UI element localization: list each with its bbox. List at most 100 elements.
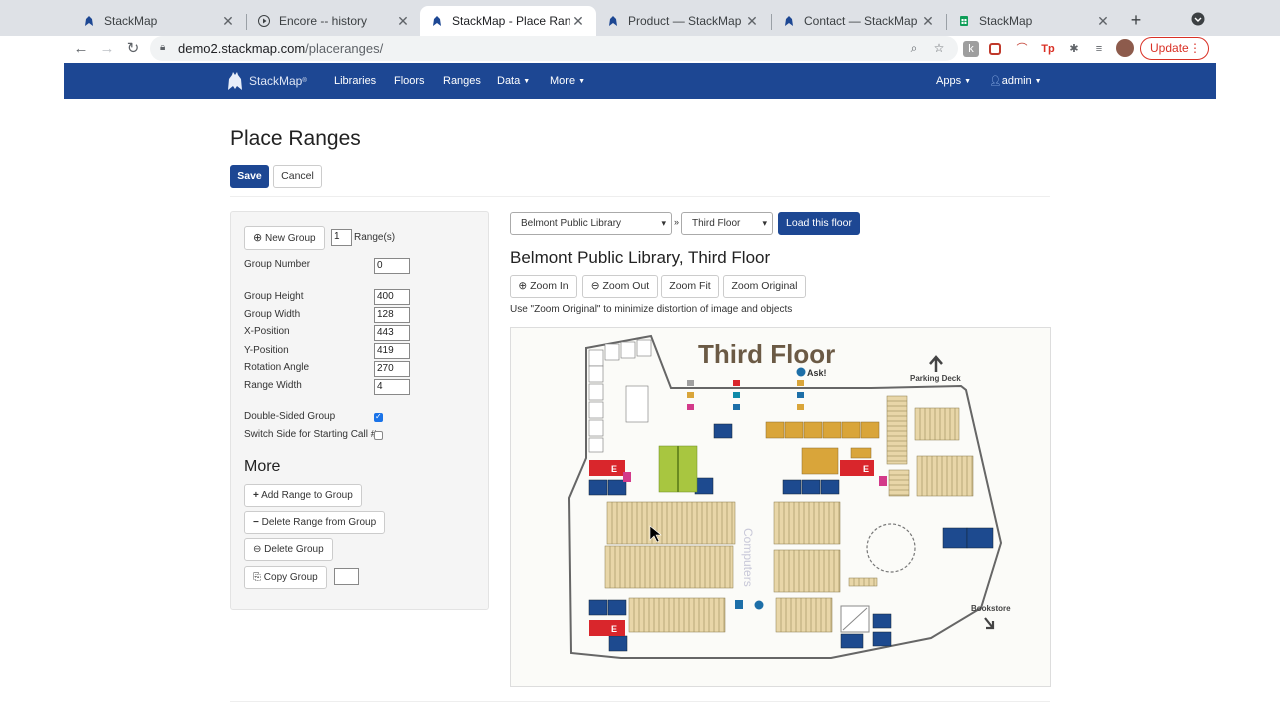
browser-tab-2[interactable]: Encore -- history ✕	[247, 6, 421, 36]
nav-floors[interactable]: Floors	[394, 75, 425, 87]
new-group-button[interactable]: ⊕ New Group	[244, 226, 325, 250]
delete-group-button[interactable]: ⊖ Delete Group	[244, 538, 333, 561]
group-height-input[interactable]: 400	[374, 289, 410, 305]
close-icon[interactable]: ✕	[395, 13, 411, 29]
close-icon[interactable]: ✕	[570, 13, 586, 29]
computers-label: Computers	[741, 528, 755, 587]
group-width-input[interactable]: 128	[374, 307, 410, 323]
range-count-label: Range(s)	[354, 232, 396, 243]
update-button[interactable]: Update ⋮	[1140, 37, 1209, 60]
media-queue-icon[interactable]: ≡	[1091, 41, 1107, 57]
range-width-label: Range Width	[244, 380, 302, 391]
browser-tab-3-active[interactable]: StackMap - Place Ranges ✕	[420, 6, 596, 36]
new-tab-plus-icon[interactable]: +	[1126, 10, 1146, 30]
map-title: Third Floor	[698, 339, 835, 369]
profile-avatar[interactable]	[1116, 39, 1134, 57]
zoom-fit-button[interactable]: Zoom Fit	[661, 275, 719, 298]
browser-tab-4[interactable]: Product — StackMap ✕	[596, 6, 770, 36]
floor-heading: Belmont Public Library, Third Floor	[510, 248, 771, 267]
delete-range-button[interactable]: − Delete Range from Group	[244, 511, 386, 534]
magnifier-minus-icon: ⊖	[590, 280, 600, 292]
cancel-button[interactable]: Cancel	[273, 165, 322, 188]
extension-arc-icon[interactable]: ⌒	[1014, 41, 1030, 57]
browser-tab-1[interactable]: StackMap ✕	[72, 6, 246, 36]
double-sided-label: Double-Sided Group	[244, 411, 336, 422]
y-position-input[interactable]: 419	[374, 343, 410, 359]
top-navbar: StackMap ® Libraries Floors Ranges Data ▼ …	[64, 63, 1216, 99]
forward-arrow-icon[interactable]: →	[96, 38, 118, 60]
library-select[interactable]: Belmont Public Library ▾	[510, 212, 672, 235]
extension-calendar-icon[interactable]	[989, 43, 1001, 55]
range-width-input[interactable]: 4	[374, 379, 410, 395]
chevron-down-icon: ▾	[661, 218, 666, 228]
puzzle-icon[interactable]: ✱	[1066, 41, 1082, 57]
kebab-menu-icon: ⋮	[1189, 41, 1201, 55]
extension-tp-icon[interactable]: Tp	[1040, 41, 1056, 57]
nav-ranges[interactable]: Ranges	[443, 75, 481, 87]
tab-search-chevron-icon[interactable]	[1190, 12, 1206, 28]
minus-icon: −	[253, 517, 259, 528]
group-number-label: Group Number	[244, 259, 311, 270]
plus-icon: +	[253, 490, 259, 501]
stackmap-icon	[82, 14, 96, 28]
zoom-out-button[interactable]: ⊖ Zoom Out	[582, 275, 658, 298]
switch-side-checkbox[interactable]	[374, 431, 383, 440]
zoom-original-button[interactable]: Zoom Original	[723, 275, 806, 298]
page-margin-left	[0, 63, 64, 720]
reload-icon[interactable]: ↻	[122, 38, 144, 60]
close-icon[interactable]: ✕	[220, 13, 236, 29]
more-heading: More	[244, 458, 281, 475]
close-icon[interactable]: ✕	[1095, 13, 1111, 29]
x-position-input[interactable]: 443	[374, 325, 410, 341]
range-count-input[interactable]: 1	[331, 229, 352, 246]
brand-logo[interactable]: StackMap ®	[225, 70, 307, 92]
tab-title: StackMap - Place Ranges	[452, 14, 570, 28]
nav-more-dropdown[interactable]: More ▼	[550, 75, 585, 87]
nav-user-dropdown[interactable]: 👤︎admin ▼	[989, 75, 1042, 87]
floor-select[interactable]: Third Floor ▾	[681, 212, 773, 235]
zoom-in-button[interactable]: ⊕ Zoom In	[510, 275, 577, 298]
tab-title: Encore -- history	[279, 14, 368, 28]
caret-down-icon: ▼	[964, 78, 972, 85]
stackmap-icon	[606, 14, 620, 28]
separator-arrow: »	[674, 217, 680, 227]
rotation-angle-input[interactable]: 270	[374, 361, 410, 377]
back-arrow-icon[interactable]: ←	[70, 38, 92, 60]
bookmark-star-icon[interactable]: ☆	[931, 40, 947, 56]
page-margin-right	[1216, 63, 1280, 720]
copy-group-button[interactable]: ⎘ Copy Group	[244, 566, 327, 589]
load-floor-button[interactable]: Load this floor	[778, 212, 860, 235]
magnifier-plus-icon: ⊕	[518, 280, 528, 292]
copy-group-input[interactable]	[334, 568, 359, 585]
zoom-magnifier-icon[interactable]: ⌕	[906, 40, 922, 56]
address-bar[interactable]: 🔒︎ demo2.stackmap.com/placeranges/ ⌕ ☆	[150, 36, 958, 61]
page-title: Place Ranges	[230, 127, 361, 150]
extension-k-icon[interactable]: k	[963, 41, 979, 57]
play-icon	[257, 14, 271, 28]
parking-label: Parking Deck	[910, 374, 961, 383]
close-icon[interactable]: ✕	[744, 13, 760, 29]
save-button[interactable]: Save	[230, 165, 269, 188]
floor-map[interactable]: Third Floor Parking Deck Bookstore Compu…	[510, 327, 1051, 687]
nav-libraries[interactable]: Libraries	[334, 75, 376, 87]
y-position-label: Y-Position	[244, 345, 289, 356]
group-number-input[interactable]: 0	[374, 258, 410, 274]
stackmap-icon	[782, 14, 796, 28]
close-icon[interactable]: ✕	[920, 13, 936, 29]
user-icon: 👤︎	[989, 76, 1002, 87]
browser-tab-6[interactable]: StackMap ✕	[947, 6, 1121, 36]
group-width-label: Group Width	[244, 309, 301, 320]
ask-label: Ask!	[807, 368, 827, 378]
footer-divider	[230, 701, 1050, 702]
nav-data-dropdown[interactable]: Data ▼	[497, 75, 530, 87]
rotation-angle-label: Rotation Angle	[244, 362, 310, 373]
brand-name: StackMap	[249, 74, 303, 88]
plus-circle-icon: ⊕	[253, 232, 263, 244]
nav-apps-dropdown[interactable]: Apps ▼	[936, 75, 971, 87]
group-height-label: Group Height	[244, 291, 304, 302]
double-sided-checkbox[interactable]	[374, 412, 383, 422]
page-viewport: StackMap ® Libraries Floors Ranges Data ▼ …	[64, 63, 1216, 720]
browser-tab-5[interactable]: Contact — StackMap ✕	[772, 6, 946, 36]
group-settings-panel: ⊕ New Group 1 Range(s) Group Number 0 Gr…	[230, 211, 489, 610]
add-range-button[interactable]: + Add Range to Group	[244, 484, 362, 507]
